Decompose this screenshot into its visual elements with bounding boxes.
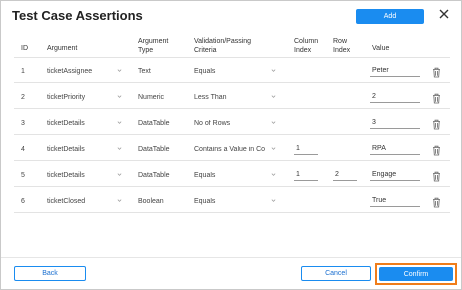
- argument-type: DataTable: [138, 172, 170, 179]
- chevron-down-icon[interactable]: [117, 146, 122, 151]
- table-row: 5 ticketDetails DataTable Equals 1 2 Eng…: [14, 163, 450, 187]
- row-id: 1: [21, 68, 25, 75]
- chevron-down-icon[interactable]: [271, 94, 276, 99]
- row-id: 4: [21, 146, 25, 153]
- value-input[interactable]: 2: [370, 90, 420, 103]
- cancel-button[interactable]: Cancel: [301, 266, 371, 281]
- criteria-select[interactable]: No of Rows: [194, 120, 268, 127]
- header-column-index: Column Index: [294, 37, 318, 55]
- header-row-index: Row Index: [333, 37, 350, 55]
- close-icon[interactable]: [437, 7, 451, 21]
- chevron-down-icon[interactable]: [117, 198, 122, 203]
- footer-divider: [1, 257, 461, 258]
- argument-select[interactable]: ticketClosed: [47, 198, 85, 205]
- header-divider: [14, 57, 450, 58]
- row-id: 3: [21, 120, 25, 127]
- table-row: 6 ticketClosed Boolean Equals True: [14, 189, 450, 213]
- argument-type: Text: [138, 68, 151, 75]
- chevron-down-icon[interactable]: [271, 198, 276, 203]
- table-row: 3 ticketDetails DataTable No of Rows 3: [14, 111, 450, 135]
- chevron-down-icon[interactable]: [271, 120, 276, 125]
- trash-icon[interactable]: [432, 91, 441, 104]
- row-id: 6: [21, 198, 25, 205]
- chevron-down-icon[interactable]: [117, 68, 122, 73]
- value-input[interactable]: Peter: [370, 64, 420, 77]
- criteria-select[interactable]: Less Than: [194, 94, 268, 101]
- dialog-title: Test Case Assertions: [12, 8, 143, 23]
- trash-icon[interactable]: [432, 169, 441, 182]
- argument-type: Numeric: [138, 94, 165, 101]
- row-id: 2: [21, 94, 25, 101]
- chevron-down-icon[interactable]: [117, 94, 122, 99]
- column-index-input[interactable]: 1: [294, 142, 318, 155]
- value-input[interactable]: True: [370, 194, 420, 207]
- value-input[interactable]: RPA: [370, 142, 420, 155]
- row-id: 5: [21, 172, 25, 179]
- add-button[interactable]: Add: [356, 9, 424, 24]
- column-index-input[interactable]: 1: [294, 168, 318, 181]
- confirm-button[interactable]: Confirm: [379, 267, 453, 281]
- header-row-index-line1: Row: [333, 38, 348, 45]
- header-argument: Argument: [47, 45, 78, 52]
- table-row: 2 ticketPriority Numeric Less Than 2: [14, 85, 450, 109]
- argument-select[interactable]: ticketAssignee: [47, 68, 92, 75]
- table-row: 4 ticketDetails DataTable Contains a Val…: [14, 137, 450, 161]
- header-argument-type-line2: Type: [138, 47, 154, 54]
- argument-type: Boolean: [138, 198, 164, 205]
- value-input[interactable]: 3: [370, 116, 420, 129]
- argument-select[interactable]: ticketDetails: [47, 172, 85, 179]
- chevron-down-icon[interactable]: [117, 120, 122, 125]
- header-id: ID: [21, 45, 28, 52]
- chevron-down-icon[interactable]: [271, 68, 276, 73]
- test-case-assertions-dialog: Test Case Assertions Add ID Argument Arg…: [0, 0, 462, 290]
- argument-type: DataTable: [138, 120, 170, 127]
- header-row-index-line2: Index: [333, 47, 351, 54]
- trash-icon[interactable]: [432, 143, 441, 156]
- header-argument-type: Argument Type: [138, 37, 168, 55]
- trash-icon[interactable]: [432, 195, 441, 208]
- criteria-select[interactable]: Equals: [194, 68, 268, 75]
- header-column-index-line2: Index: [294, 47, 312, 54]
- chevron-down-icon[interactable]: [271, 172, 276, 177]
- criteria-select[interactable]: Equals: [194, 172, 268, 179]
- header-value: Value: [372, 45, 390, 52]
- header-validation-line2: Criteria: [194, 47, 217, 54]
- header-validation-line1: Validation/Passing: [194, 38, 252, 45]
- trash-icon[interactable]: [432, 65, 441, 78]
- confirm-highlight: Confirm: [375, 263, 457, 285]
- argument-type: DataTable: [138, 146, 170, 153]
- chevron-down-icon[interactable]: [271, 146, 276, 151]
- back-button[interactable]: Back: [14, 266, 86, 281]
- header-argument-type-line1: Argument: [138, 38, 169, 45]
- trash-icon[interactable]: [432, 117, 441, 130]
- chevron-down-icon[interactable]: [117, 172, 122, 177]
- header-validation: Validation/Passing Criteria: [194, 37, 251, 55]
- row-index-input[interactable]: 2: [333, 168, 357, 181]
- header-column-index-line1: Column: [294, 38, 319, 45]
- table-row: 1 ticketAssignee Text Equals Peter: [14, 59, 450, 83]
- argument-select[interactable]: ticketPriority: [47, 94, 85, 101]
- criteria-select[interactable]: Equals: [194, 198, 268, 205]
- argument-select[interactable]: ticketDetails: [47, 120, 85, 127]
- argument-select[interactable]: ticketDetails: [47, 146, 85, 153]
- value-input[interactable]: Engage: [370, 168, 420, 181]
- criteria-select[interactable]: Contains a Value in Co: [194, 146, 268, 153]
